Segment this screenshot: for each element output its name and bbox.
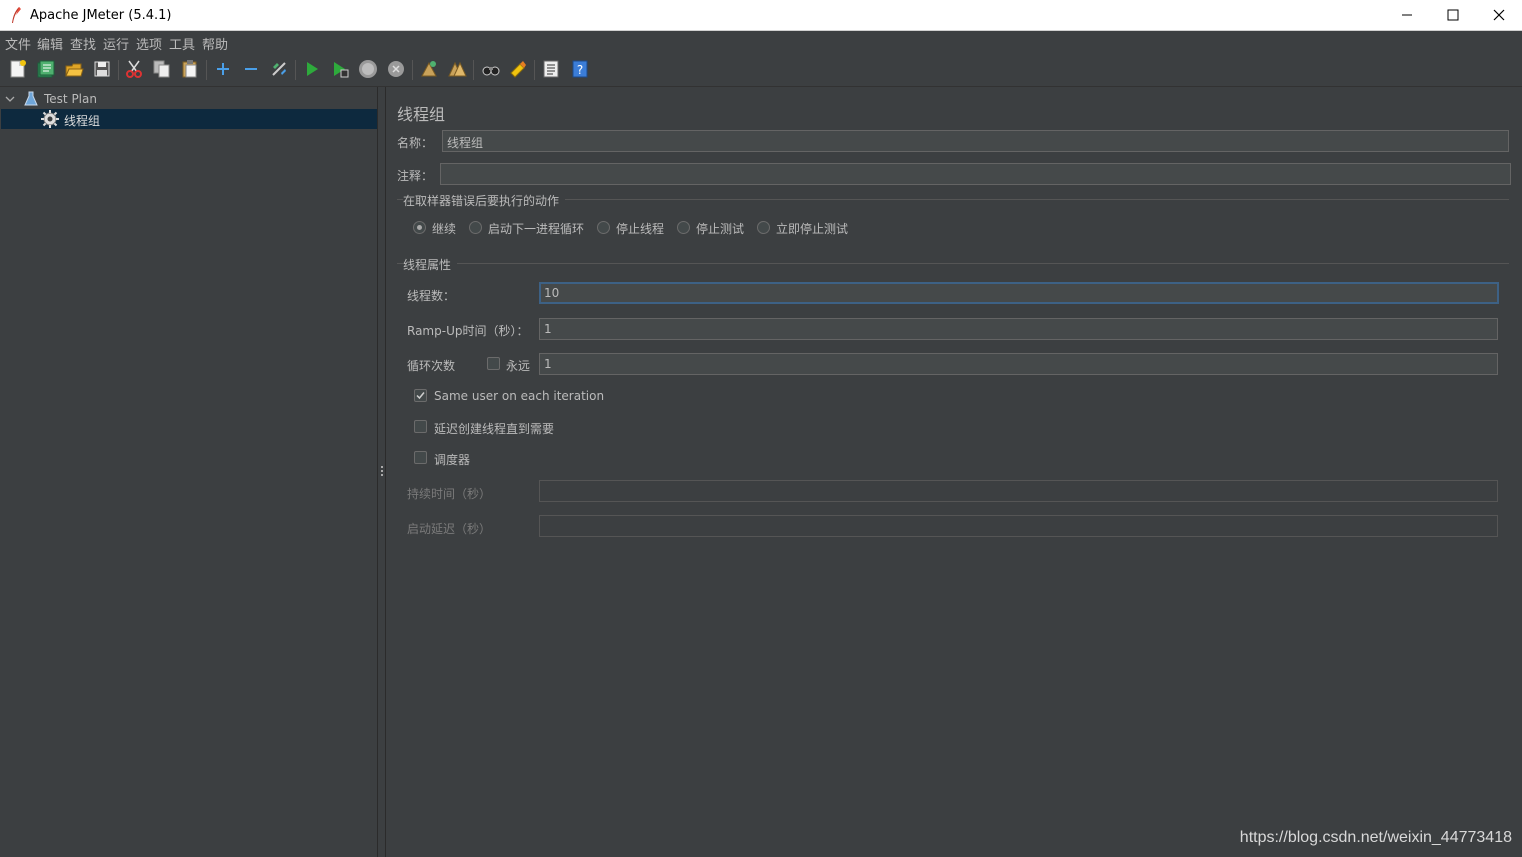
maximize-button[interactable]: [1430, 0, 1476, 30]
start-no-pause-icon[interactable]: [329, 58, 351, 80]
scheduler-checkbox[interactable]: [414, 451, 427, 464]
close-button[interactable]: [1476, 0, 1522, 30]
thread-props-group-title: 线程属性: [403, 256, 458, 273]
radio-stop-test[interactable]: [677, 221, 690, 234]
clear-icon[interactable]: [418, 58, 440, 80]
rampup-input[interactable]: 1: [539, 318, 1498, 340]
radio-label: 启动下一进程循环: [488, 222, 585, 236]
watermark: https://blog.csdn.net/weixin_44773418: [1239, 829, 1512, 846]
radio-label: 继续: [432, 222, 457, 236]
tree-node-test-plan[interactable]: Test Plan: [1, 89, 377, 109]
open-icon[interactable]: [63, 58, 85, 80]
threads-label: 线程数：: [407, 289, 456, 303]
menu-edit[interactable]: 编辑: [37, 34, 63, 53]
menu-options[interactable]: 选项: [136, 34, 162, 53]
radio-label: 停止线程: [616, 222, 665, 236]
duration-input[interactable]: [539, 480, 1498, 502]
copy-icon[interactable]: [151, 58, 173, 80]
loop-count-label: 循环次数: [407, 359, 456, 373]
help-icon[interactable]: ?: [569, 58, 591, 80]
loop-count-input[interactable]: 1: [539, 353, 1498, 375]
duration-label: 持续时间（秒）: [407, 487, 492, 501]
menu-bar: 文件 编辑 查找 运行 选项 工具 帮助: [0, 31, 1522, 53]
menu-run[interactable]: 运行: [103, 34, 129, 53]
reset-search-icon[interactable]: [507, 58, 529, 80]
name-input[interactable]: 线程组: [442, 130, 1509, 152]
radio-label: 立即停止测试: [776, 222, 849, 236]
stop-icon[interactable]: [357, 58, 379, 80]
toggle-icon[interactable]: [268, 58, 290, 80]
same-user-label: Same user on each iteration: [434, 389, 605, 403]
minimize-icon: [1402, 14, 1412, 16]
start-icon[interactable]: [301, 58, 323, 80]
toolbar: ?: [0, 53, 1522, 87]
comment-label: 注释：: [397, 169, 434, 183]
radio-stop-test-now[interactable]: [757, 221, 770, 234]
menu-search[interactable]: 查找: [70, 34, 96, 53]
comment-input[interactable]: [440, 163, 1511, 185]
gear-icon: [41, 110, 59, 131]
jmeter-feather-icon: [10, 6, 22, 24]
forever-label: 永远: [506, 359, 531, 373]
tree-node-label: Test Plan: [44, 92, 97, 106]
menu-file[interactable]: 文件: [5, 34, 31, 53]
radio-continue[interactable]: [413, 221, 426, 234]
delay-thread-creation-checkbox[interactable]: [414, 420, 427, 433]
clear-all-icon[interactable]: [446, 58, 468, 80]
tree-node-label: 线程组: [64, 114, 101, 128]
title-bar: Apache JMeter (5.4.1): [0, 0, 1522, 31]
window-title: Apache JMeter (5.4.1): [30, 8, 172, 23]
forever-checkbox[interactable]: [487, 357, 500, 370]
paste-icon[interactable]: [179, 58, 201, 80]
startup-delay-input[interactable]: [539, 515, 1498, 537]
menu-tools[interactable]: 工具: [169, 34, 195, 53]
test-plan-tree: Test Plan 线程组: [1, 87, 377, 857]
svg-text:?: ?: [577, 63, 583, 77]
save-icon[interactable]: [91, 58, 113, 80]
radio-stop-thread[interactable]: [597, 221, 610, 234]
menu-help[interactable]: 帮助: [202, 34, 228, 53]
chevron-down-icon[interactable]: [5, 93, 15, 107]
startup-delay-label: 启动延迟（秒）: [407, 522, 492, 536]
templates-icon[interactable]: [35, 58, 57, 80]
maximize-icon: [1447, 9, 1459, 21]
collapse-icon[interactable]: [240, 58, 262, 80]
threads-input[interactable]: 10: [539, 282, 1499, 304]
name-label: 名称：: [397, 136, 434, 150]
radio-start-next-loop[interactable]: [469, 221, 482, 234]
minimize-button[interactable]: [1384, 0, 1430, 30]
function-helper-icon[interactable]: [540, 58, 562, 80]
flask-icon: [24, 91, 38, 110]
cut-icon[interactable]: [123, 58, 145, 80]
delay-thread-creation-label: 延迟创建线程直到需要: [434, 422, 555, 436]
scheduler-label: 调度器: [434, 453, 471, 467]
new-icon[interactable]: [7, 58, 29, 80]
radio-label: 停止测试: [696, 222, 745, 236]
shutdown-icon[interactable]: [385, 58, 407, 80]
search-icon[interactable]: [480, 58, 502, 80]
on-error-group-title: 在取样器错误后要执行的动作: [403, 192, 566, 209]
thread-group-panel: 线程组 名称： 线程组 注释： 在取样器错误后要执行的动作 继续 启动下一进程循…: [387, 87, 1522, 857]
tree-node-thread-group[interactable]: 线程组: [1, 109, 377, 129]
same-user-checkbox[interactable]: [414, 389, 427, 402]
split-divider[interactable]: [377, 87, 386, 857]
checkmark-icon: [416, 392, 425, 400]
expand-icon[interactable]: [212, 58, 234, 80]
page-title: 线程组: [397, 105, 446, 124]
close-icon: [1493, 9, 1505, 21]
rampup-label: Ramp-Up时间（秒）：: [407, 324, 529, 338]
